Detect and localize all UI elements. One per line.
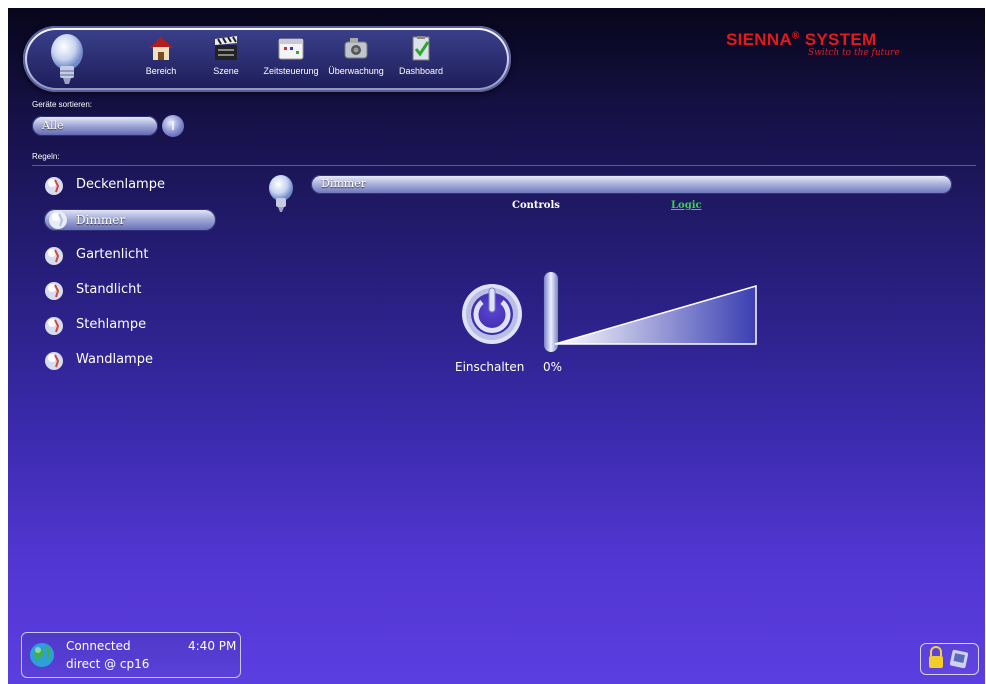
camera-icon bbox=[344, 38, 368, 59]
connection-state: Connected bbox=[66, 639, 131, 653]
dimmer-level-ramp bbox=[554, 285, 757, 345]
section-label: Regeln: bbox=[32, 152, 60, 161]
lightbulb-icon bbox=[45, 247, 63, 265]
brand-registered: ® bbox=[792, 30, 800, 42]
sort-label: Geräte sortieren: bbox=[32, 100, 93, 109]
section-divider bbox=[32, 165, 976, 166]
globe-icon bbox=[30, 643, 54, 667]
device-item-standlicht[interactable]: Standlicht bbox=[40, 279, 220, 303]
power-label: Einschalten bbox=[455, 360, 525, 374]
clock: 4:40 PM bbox=[188, 639, 237, 653]
clapperboard-icon bbox=[215, 36, 237, 60]
device-label: Wandlampe bbox=[76, 352, 153, 367]
lightbulb-icon bbox=[45, 177, 63, 195]
calendar-icon bbox=[278, 38, 304, 60]
sort-dropdown[interactable]: Alle bbox=[32, 116, 158, 136]
sort-dropdown-button[interactable] bbox=[162, 115, 184, 137]
house-icon bbox=[149, 37, 173, 60]
device-label: Deckenlampe bbox=[76, 177, 165, 192]
device-label: Gartenlicht bbox=[76, 247, 149, 262]
lightbulb-icon bbox=[45, 317, 63, 335]
connection-host: direct @ cp16 bbox=[66, 657, 150, 671]
dimmer-level-label: 0% bbox=[543, 360, 563, 374]
device-label: Stehlampe bbox=[76, 317, 147, 332]
device-label: Dimmer bbox=[76, 213, 126, 227]
lock-icon bbox=[929, 646, 969, 669]
connection-status: Connected 4:40 PM direct @ cp16 bbox=[21, 632, 241, 678]
device-item-dimmer[interactable]: Dimmer bbox=[44, 209, 216, 231]
tab-controls[interactable]: Controls bbox=[512, 200, 560, 211]
lightbulb-icon bbox=[45, 352, 63, 370]
tab-logic[interactable]: Logic bbox=[671, 200, 702, 211]
lock-button[interactable] bbox=[920, 643, 979, 675]
lightbulb-icon bbox=[49, 211, 67, 229]
lightbulb-icon bbox=[45, 282, 63, 300]
device-title: Dimmer bbox=[321, 177, 366, 190]
clipboard-check-icon bbox=[412, 36, 430, 61]
app-window: Bereich Szene Zeitsteuerung Überwachung … bbox=[8, 8, 985, 684]
device-label: Standlicht bbox=[76, 282, 142, 297]
brand-logo: SIENNA® SYSTEM Switch to the future bbox=[726, 30, 926, 58]
device-item-stehlampe[interactable]: Stehlampe bbox=[40, 314, 220, 338]
brand-title: SIENNA® SYSTEM bbox=[726, 30, 926, 50]
nav-dashboard[interactable]: Dashboard bbox=[381, 34, 461, 84]
device-item-deckenlampe[interactable]: Deckenlampe bbox=[40, 174, 220, 198]
lightbulb-icon[interactable] bbox=[47, 32, 87, 88]
lightbulb-icon bbox=[269, 175, 293, 212]
brand-name: SIENNA bbox=[726, 30, 793, 49]
device-item-gartenlicht[interactable]: Gartenlicht bbox=[40, 244, 220, 268]
device-item-wandlampe[interactable]: Wandlampe bbox=[40, 349, 220, 373]
device-title-bar: Dimmer bbox=[311, 175, 952, 194]
power-button[interactable] bbox=[460, 282, 524, 346]
brand-suffix: SYSTEM bbox=[799, 30, 877, 49]
chevron-down-icon bbox=[172, 121, 174, 130]
main-navigation: Bereich Szene Zeitsteuerung Überwachung … bbox=[23, 26, 511, 92]
sort-value: Alle bbox=[42, 119, 64, 132]
brand-tagline: Switch to the future bbox=[808, 48, 900, 58]
